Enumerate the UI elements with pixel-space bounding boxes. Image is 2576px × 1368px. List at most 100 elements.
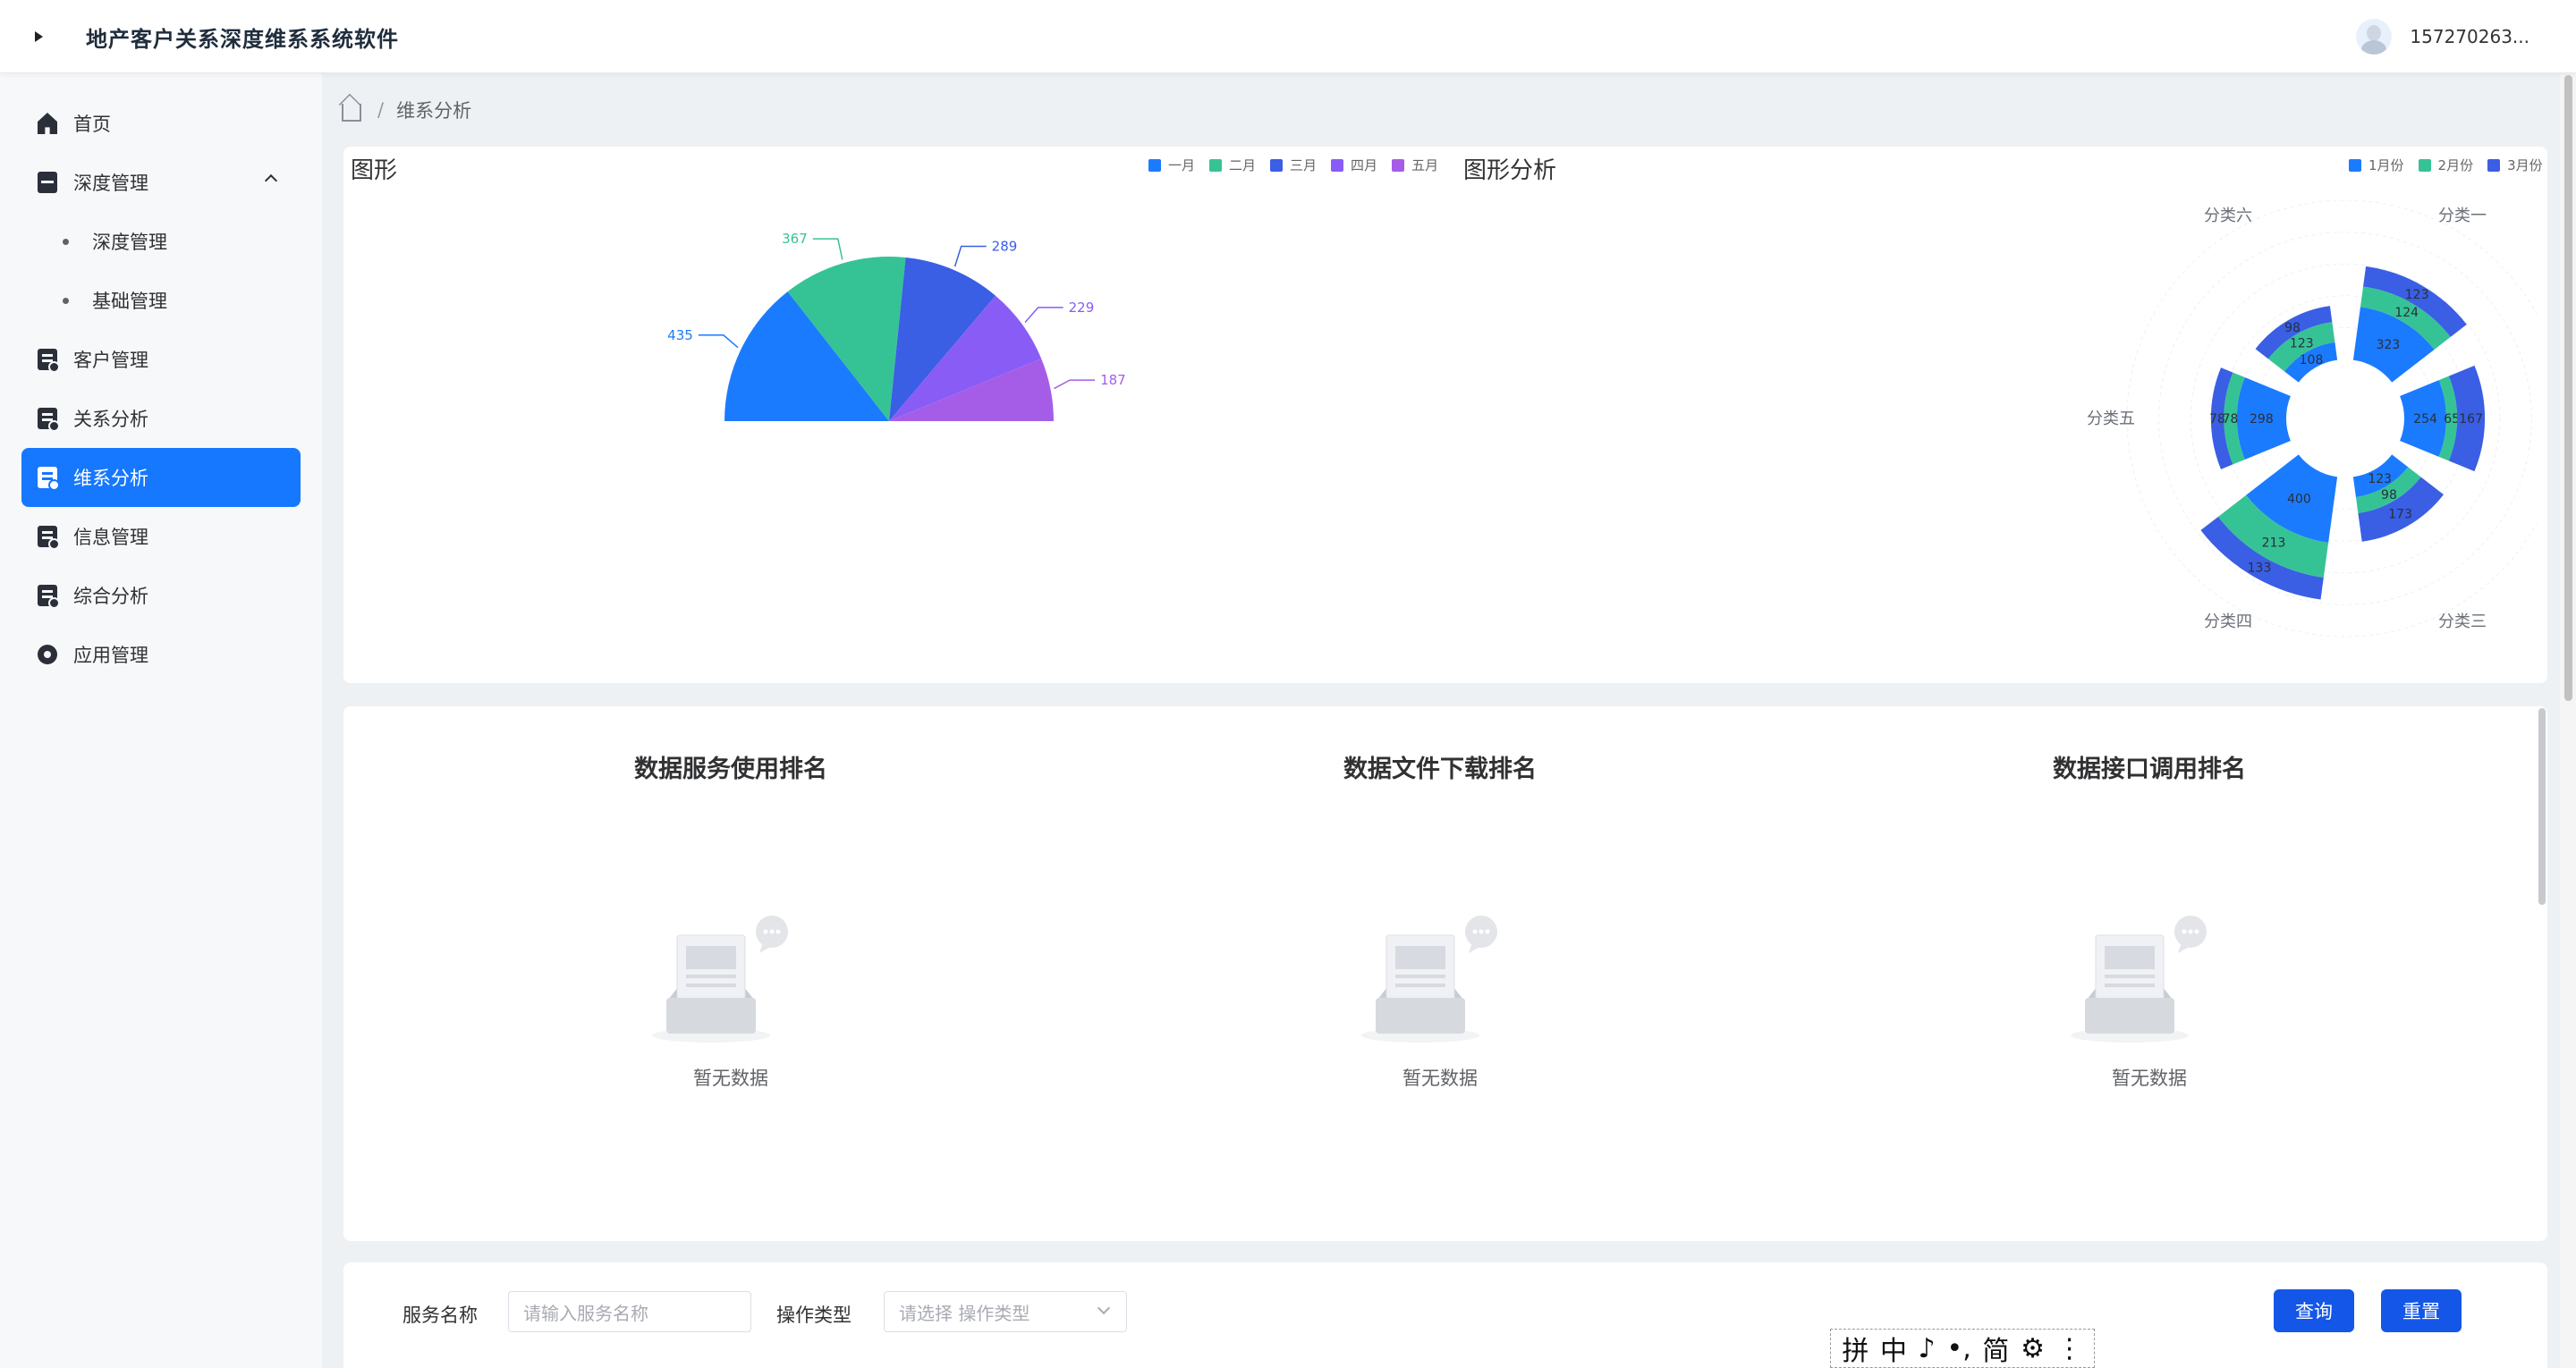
ime-toolbar-icon[interactable]: ⚙ xyxy=(2021,1333,2045,1364)
reset-button[interactable]: 重置 xyxy=(2381,1289,2462,1332)
sidebar-item-label: 客户管理 xyxy=(73,350,148,371)
polar-category-label: 分类三 xyxy=(2438,612,2487,631)
sidebar-item-label: 关系分析 xyxy=(73,409,148,430)
breadcrumb: / 维系分析 xyxy=(342,97,471,123)
sidebar-item-home[interactable]: 首页 xyxy=(21,94,301,153)
document-icon xyxy=(38,526,60,550)
sidebar: 首页 深度管理 深度管理 基础管理 客户管理 关系分析 维系分析 信息管理 综合… xyxy=(0,73,322,1368)
pie-label-line xyxy=(1054,379,1096,390)
filter-card: 服务名称 请输入服务名称 操作类型 请选择 操作类型 查询 重置 xyxy=(343,1262,2547,1368)
sidebar-item-label: 维系分析 xyxy=(73,468,148,489)
polar-category-label: 分类六 xyxy=(2204,207,2252,225)
ime-toolbar-icon[interactable]: 拼 xyxy=(1842,1329,1868,1368)
sidebar-subitem-basic-management[interactable]: 基础管理 xyxy=(63,271,167,330)
query-button[interactable]: 查询 xyxy=(2274,1289,2354,1332)
folder-icon xyxy=(38,172,57,193)
document-icon xyxy=(38,585,60,609)
sidebar-subitem-depth-management[interactable]: 深度管理 xyxy=(63,212,167,271)
breadcrumb-current: 维系分析 xyxy=(396,100,472,122)
ime-toolbar-icon[interactable]: ⋮ xyxy=(2056,1333,2083,1364)
sidebar-item-label: 深度管理 xyxy=(92,232,167,253)
user-menu[interactable]: 157270263... xyxy=(2356,18,2529,55)
sidebar-item-relation-analysis[interactable]: 关系分析 xyxy=(21,389,301,448)
ime-toolbar-icon[interactable]: •, xyxy=(1947,1333,1971,1364)
polar-data-label: 78 xyxy=(2209,412,2225,426)
polar-data-label: 108 xyxy=(2300,353,2324,367)
sidebar-item-depth-management[interactable]: 深度管理 xyxy=(21,153,301,212)
pie-label-line xyxy=(953,245,987,267)
chart-card: 图形 图形分析 一月 二月 三月 四月 五月 1月份 2月份 3月份 435 367 289 22… xyxy=(343,147,2547,683)
ranking-title-api: 数据接口调用排名 xyxy=(2053,756,2246,783)
polar-data-label: 298 xyxy=(2250,412,2274,426)
empty-text-service: 暂无数据 xyxy=(693,1068,768,1089)
document-icon xyxy=(38,349,60,373)
operation-type-placeholder: 请选择 操作类型 xyxy=(899,1302,1030,1324)
pie-label-line xyxy=(698,334,739,349)
pie-data-label: 435 xyxy=(667,327,693,343)
polar-category-label: 分类五 xyxy=(2087,410,2135,428)
chevron-up-icon xyxy=(264,173,278,188)
polar-data-label: 133 xyxy=(2248,561,2272,575)
pie-label-line xyxy=(1024,307,1063,323)
polar-data-label: 254 xyxy=(2413,412,2437,426)
sidebar-item-comprehensive-analysis[interactable]: 综合分析 xyxy=(21,566,301,625)
sidebar-item-info-management[interactable]: 信息管理 xyxy=(21,507,301,566)
sidebar-item-label: 深度管理 xyxy=(73,173,148,194)
service-name-label: 服务名称 xyxy=(402,1305,478,1326)
ime-toolbar-icon[interactable]: 中 xyxy=(1880,1329,1907,1368)
pie-label-line xyxy=(812,238,843,260)
ranking-title-service: 数据服务使用排名 xyxy=(634,756,827,783)
chevron-down-icon xyxy=(1097,1301,1111,1315)
pie-data-label: 187 xyxy=(1100,372,1126,388)
page-scrollbar-thumb[interactable] xyxy=(2564,75,2572,701)
avatar[interactable] xyxy=(2356,19,2393,55)
sidebar-item-app-management[interactable]: 应用管理 xyxy=(21,625,301,684)
empty-illustration-icon xyxy=(641,912,820,1050)
operation-type-select[interactable]: 请选择 操作类型 xyxy=(884,1291,1127,1332)
polar-data-label: 323 xyxy=(2377,338,2401,352)
sidebar-item-customer-management[interactable]: 客户管理 xyxy=(21,330,301,389)
polar-data-label: 173 xyxy=(2388,508,2412,522)
polar-data-label: 98 xyxy=(2284,321,2301,335)
document-icon xyxy=(38,467,60,491)
home-icon xyxy=(38,113,57,134)
empty-text-api: 暂无数据 xyxy=(2112,1068,2187,1089)
polar-data-label: 400 xyxy=(2287,492,2311,506)
sidebar-item-label: 基础管理 xyxy=(92,291,167,312)
service-name-input[interactable]: 请输入服务名称 xyxy=(508,1291,751,1332)
empty-text-download: 暂无数据 xyxy=(1402,1068,1478,1089)
sidebar-item-label: 应用管理 xyxy=(73,645,148,666)
polar-data-label: 167 xyxy=(2459,412,2483,426)
bullet-icon xyxy=(63,238,69,245)
half-pie-chart: 435 367 289 229 187 xyxy=(667,231,1126,421)
user-name[interactable]: 157270263... xyxy=(2410,26,2529,47)
ime-toolbar[interactable]: 拼中 ♪ •, 简 ⚙ ⋮ xyxy=(1830,1329,2095,1368)
ime-toolbar-icon[interactable]: 简 xyxy=(1982,1329,2009,1368)
polar-category-label: 分类一 xyxy=(2438,207,2487,225)
document-icon xyxy=(38,408,60,432)
pie-data-label: 289 xyxy=(992,238,1018,254)
sidebar-item-label: 信息管理 xyxy=(73,527,148,548)
polar-data-label: 213 xyxy=(2262,536,2286,550)
polar-category-label: 分类四 xyxy=(2204,612,2252,631)
ime-toolbar-icon[interactable]: ♪ xyxy=(1919,1333,1936,1364)
polar-bar-chart: 323124123分类一25465167分类二12398173分类三400213… xyxy=(2087,199,2537,638)
polar-data-label: 123 xyxy=(2368,472,2392,486)
operation-type-label: 操作类型 xyxy=(776,1305,852,1326)
polar-data-label: 124 xyxy=(2394,306,2419,320)
home-icon[interactable] xyxy=(342,104,361,122)
top-header: 地产客户关系深度维系系统软件 157270263... xyxy=(0,0,2576,73)
polar-data-label: 123 xyxy=(2405,288,2429,302)
bullet-icon xyxy=(63,297,69,304)
app-icon xyxy=(38,645,57,664)
polar-data-label: 98 xyxy=(2381,488,2397,502)
ranking-scrollbar-thumb[interactable] xyxy=(2538,708,2546,905)
empty-illustration-icon xyxy=(2060,912,2239,1050)
sidebar-item-label: 首页 xyxy=(73,114,111,135)
sidebar-item-maintenance-analysis[interactable]: 维系分析 xyxy=(21,448,301,507)
breadcrumb-separator: / xyxy=(377,99,385,121)
sidebar-item-label: 综合分析 xyxy=(73,586,148,607)
app-title: 地产客户关系深度维系系统软件 xyxy=(86,27,399,52)
sidebar-toggle-icon[interactable] xyxy=(30,27,47,46)
ranking-card: 数据服务使用排名 数据文件下载排名 数据接口调用排名 暂无数据 暂无数据 暂无数… xyxy=(343,706,2547,1241)
